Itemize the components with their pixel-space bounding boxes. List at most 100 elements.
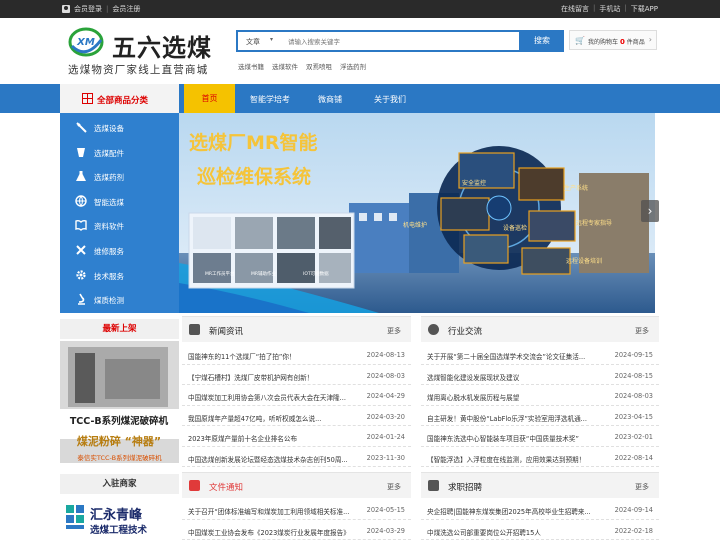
more-link[interactable]: 更多 bbox=[387, 326, 401, 336]
chevron-down-icon[interactable]: ▾ bbox=[270, 36, 273, 43]
cup-icon bbox=[77, 147, 85, 157]
more-link[interactable]: 更多 bbox=[387, 482, 401, 492]
gear-icon bbox=[76, 269, 86, 280]
jobs-panel-header: 求职招聘 更多 bbox=[421, 472, 659, 498]
exchange-item[interactable]: 关于开展“第二十届全国选煤学术交流会”论文征集活... 2024-09-15 bbox=[421, 344, 659, 365]
nav-micro-shop[interactable]: 微商铺 bbox=[318, 94, 342, 105]
jobs-item[interactable]: 央企招聘|国能神东煤炭集团2025年高校毕业生招聘来... 2024-09-14 bbox=[421, 499, 659, 520]
cart-button[interactable]: 🛒 我的购物车 0 件商品 › bbox=[569, 30, 657, 50]
exchange-item[interactable]: 国能神东洗选中心智能装车项目获“中国质量技术奖” 2023-02-01 bbox=[421, 426, 659, 447]
user-icon bbox=[62, 5, 70, 13]
book-icon bbox=[75, 220, 87, 232]
hot-keyword[interactable]: 选煤书籍 bbox=[238, 61, 264, 71]
product-photo: TCC-B系列煤泥破碎机 煤泥粉碎 “神器” bbox=[60, 341, 179, 463]
hot-keyword[interactable]: 浮选药剂 bbox=[340, 61, 366, 71]
banner-tag: 机电维护 bbox=[403, 221, 427, 229]
all-categories-button[interactable]: 全部商品分类 bbox=[60, 84, 179, 113]
hot-keyword[interactable]: 选煤软件 bbox=[272, 61, 298, 71]
news-panel-header: 新闻资讯 更多 bbox=[182, 316, 411, 342]
login-link[interactable]: 会员登录 bbox=[74, 4, 102, 14]
gear-icon bbox=[428, 324, 439, 335]
banner-thumb-label: MR工作员平台 bbox=[205, 270, 235, 277]
latest-product-image[interactable]: TCC-B系列煤泥破碎机 煤泥粉碎 “神器” bbox=[60, 341, 179, 463]
tools-icon bbox=[76, 245, 86, 255]
banner-headline: 巡检维保系统 bbox=[197, 165, 311, 188]
hero-banner[interactable]: 选煤厂MR智能 巡检维保系统 安全监控 生产系统 机电维护 设备巡检 远程专家指… bbox=[179, 113, 655, 313]
banner-tag: 安全监控 bbox=[462, 179, 486, 187]
banner-tag: 远程专家指导 bbox=[576, 219, 612, 227]
exchange-item[interactable]: 煤用离心脱水机发展历程与展望 2024-08-03 bbox=[421, 385, 659, 406]
news-item[interactable]: 我国原煤年产量超47亿吨，听听权威怎么说... 2024-03-20 bbox=[182, 406, 411, 426]
message-link[interactable]: 在线留言 bbox=[561, 4, 589, 14]
banner-next-button[interactable]: › bbox=[641, 200, 659, 222]
banner-tag: 设备巡检 bbox=[503, 224, 527, 232]
cart-label: 我的购物车 0 件商品 bbox=[588, 38, 645, 46]
site-logo-title[interactable]: 五六选煤 bbox=[112, 28, 212, 63]
latest-products-title: 最新上架 bbox=[60, 319, 179, 339]
drill-icon bbox=[76, 122, 87, 133]
mobile-site-link[interactable]: 手机站 bbox=[599, 4, 620, 14]
category-item[interactable]: 选煤设备 bbox=[60, 115, 179, 140]
category-item[interactable]: 煤质检测 bbox=[60, 287, 179, 312]
docs-item[interactable]: 中国煤炭工业协会发布《2023煤炭行业发展年度报告》 2024-03-29 bbox=[182, 520, 411, 540]
merchants-title: 入驻商家 bbox=[60, 474, 179, 494]
news-item[interactable]: 中国煤炭加工利用协会第八次会员代表大会在天津隆... 2024-04-29 bbox=[182, 385, 411, 406]
divider: | bbox=[624, 4, 627, 12]
news-item[interactable]: 国能神东的11个选煤厂“拍了拍”你！ 2024-08-13 bbox=[182, 344, 411, 365]
more-link[interactable]: 更多 bbox=[635, 326, 649, 336]
search-input[interactable] bbox=[288, 35, 513, 49]
download-app-link[interactable]: 下载APP bbox=[631, 4, 658, 14]
svg-text:煤泥粉碎 “神器”: 煤泥粉碎 “神器” bbox=[77, 434, 161, 448]
flask-icon bbox=[76, 171, 86, 182]
docs-panel-header: 文件通知 更多 bbox=[182, 472, 411, 498]
nav-training[interactable]: 智能学培考 bbox=[250, 94, 290, 105]
category-item[interactable]: 选煤配件 bbox=[60, 140, 179, 165]
register-link[interactable]: 会员注册 bbox=[112, 4, 140, 14]
exchange-panel-header: 行业交流 更多 bbox=[421, 316, 659, 342]
category-item[interactable]: 技术服务 bbox=[60, 263, 179, 288]
banner-image: 选煤厂MR智能 巡检维保系统 安全监控 生产系统 机电维护 设备巡检 远程专家指… bbox=[179, 113, 655, 313]
search-category-select[interactable]: 文章 bbox=[246, 37, 260, 47]
news-item[interactable]: 2023年原煤产量前十名企业排名公布 2024-01-24 bbox=[182, 426, 411, 447]
user-icon bbox=[428, 480, 439, 491]
svg-text:选煤工程技术: 选煤工程技术 bbox=[90, 524, 148, 536]
more-link[interactable]: 更多 bbox=[635, 482, 649, 492]
cart-icon: 🛒 bbox=[575, 36, 585, 45]
banner-tag: 生产系统 bbox=[564, 184, 588, 192]
hot-keyword[interactable]: 双焉喷咀 bbox=[306, 61, 332, 71]
banner-headline: 选煤厂MR智能 bbox=[189, 131, 318, 154]
news-icon bbox=[189, 324, 200, 335]
category-item[interactable]: 资料软件 bbox=[60, 213, 179, 238]
latest-product-caption[interactable]: 泰信实TCC-B系列煤泥破碎机 bbox=[60, 452, 179, 462]
chevron-right-icon: › bbox=[648, 35, 652, 44]
svg-text:XM: XM bbox=[76, 37, 95, 48]
svg-text:TCC-B系列煤泥破碎机: TCC-B系列煤泥破碎机 bbox=[70, 415, 169, 427]
top-bar: 会员登录 | 会员注册 在线留言 | 手机站 | 下载APP bbox=[0, 0, 720, 18]
cart-count: 0 bbox=[619, 38, 625, 46]
exchange-item[interactable]: 【智能浮选】入浮粒度在线监测，应用效果达到预期！ 2022-08-14 bbox=[421, 447, 659, 467]
merchant-logo[interactable]: 汇永青峰 选煤工程技术 bbox=[60, 497, 179, 537]
site-slogan: 选煤物资厂家线上直营商城 bbox=[68, 64, 209, 76]
jobs-item[interactable]: 中煤洗选公司部重要岗位公开招聘15人 2022-02-18 bbox=[421, 520, 659, 540]
svg-text:汇永青峰: 汇永青峰 bbox=[90, 507, 143, 523]
document-icon bbox=[189, 480, 200, 491]
category-item[interactable]: 选煤药剂 bbox=[60, 164, 179, 189]
news-item[interactable]: 【宁煤石槽村】洗煤厂皮带机护网有创新！ 2024-08-03 bbox=[182, 365, 411, 385]
banner-thumb-label: IOT可视数据 bbox=[303, 270, 329, 277]
category-item[interactable]: 智能选煤 bbox=[60, 189, 179, 214]
hot-keywords: 选煤书籍 选煤软件 双焉喷咀 浮选药剂 bbox=[238, 61, 366, 71]
exchange-item[interactable]: 自主研发！黄中股份“LabFlo乐浮”实验室用浮选机通... 2023-04-15 bbox=[421, 406, 659, 426]
microscope-icon bbox=[78, 293, 85, 305]
category-item[interactable]: 维修服务 bbox=[60, 238, 179, 263]
docs-item[interactable]: 关于召开“团体标准编写和煤炭加工利用领域相关标准... 2024-05-15 bbox=[182, 499, 411, 520]
nav-home[interactable]: 首页 bbox=[184, 84, 235, 113]
logo-icon[interactable]: XM bbox=[68, 26, 104, 58]
banner-thumb-label: MR辅助作业 bbox=[251, 270, 277, 277]
search-box: 文章 ▾ bbox=[236, 30, 521, 52]
search-button[interactable]: 搜索 bbox=[520, 30, 564, 52]
news-item[interactable]: 中国选煤创新发展论坛暨经态选煤技术杂志创刊50周... 2023-11-30 bbox=[182, 447, 411, 467]
category-list: 选煤设备 选煤配件 选煤药剂 智能选煤 资料软件 维修服务 技术服务 煤质检测 bbox=[60, 113, 179, 313]
nav-about[interactable]: 关于我们 bbox=[374, 94, 406, 105]
exchange-item[interactable]: 选煤智能化建设发展现状及建议 2024-08-15 bbox=[421, 365, 659, 385]
divider: | bbox=[593, 4, 596, 12]
